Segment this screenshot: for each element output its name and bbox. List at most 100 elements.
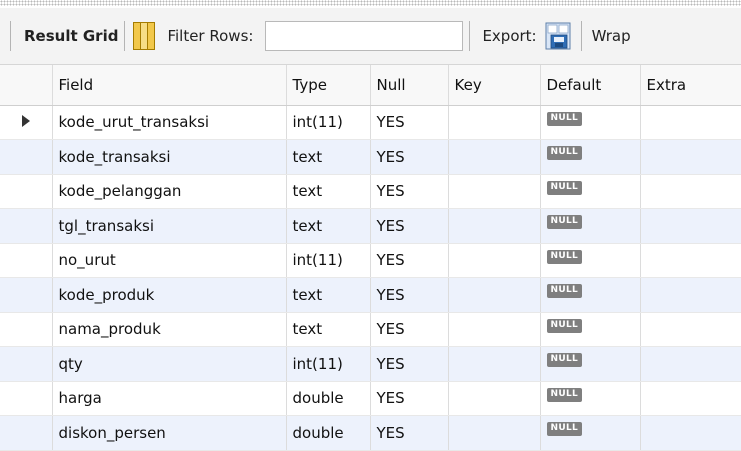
cell-key[interactable] <box>448 346 541 382</box>
cell-extra[interactable] <box>640 174 741 209</box>
table-row[interactable]: tgl_transaksi text YES NULL <box>0 208 741 244</box>
column-header-key[interactable]: Key <box>448 65 541 106</box>
row-selector[interactable] <box>0 208 53 244</box>
row-selector[interactable] <box>0 415 53 451</box>
result-grid-label[interactable]: Result Grid <box>24 27 118 45</box>
cell-type[interactable]: text <box>286 312 371 347</box>
cell-extra[interactable] <box>640 381 741 416</box>
wrap-cell-content-label[interactable]: Wrap <box>592 27 631 45</box>
cell-extra[interactable] <box>640 415 741 451</box>
cell-key[interactable] <box>448 415 541 451</box>
cell-field[interactable]: kode_produk <box>52 277 287 313</box>
cell-field[interactable]: kode_pelanggan <box>52 174 287 209</box>
cell-null[interactable]: YES <box>370 243 449 278</box>
table-row[interactable]: kode_produk text YES NULL <box>0 277 741 313</box>
row-selector[interactable] <box>0 105 53 140</box>
cell-type[interactable]: int(11) <box>286 105 371 140</box>
cell-type[interactable]: int(11) <box>286 243 371 278</box>
cell-null[interactable]: YES <box>370 381 449 416</box>
cell-key[interactable] <box>448 208 541 244</box>
cell-default[interactable]: NULL <box>540 312 641 347</box>
cell-key[interactable] <box>448 243 541 278</box>
cell-null[interactable]: YES <box>370 174 449 209</box>
cell-extra[interactable] <box>640 312 741 347</box>
cell-type[interactable]: int(11) <box>286 346 371 382</box>
result-toolbar: Result Grid Filter Rows: Export: Wrap <box>0 8 741 65</box>
cell-key[interactable] <box>448 174 541 209</box>
cell-type[interactable]: text <box>286 208 371 244</box>
cell-field[interactable]: nama_produk <box>52 312 287 347</box>
cell-null[interactable]: YES <box>370 312 449 347</box>
cell-extra[interactable] <box>640 208 741 244</box>
cell-default[interactable]: NULL <box>540 139 641 175</box>
cell-null[interactable]: YES <box>370 208 449 244</box>
cell-field[interactable]: qty <box>52 346 287 382</box>
cell-extra[interactable] <box>640 277 741 313</box>
cell-null[interactable]: YES <box>370 105 449 140</box>
cell-null[interactable]: YES <box>370 139 449 175</box>
cell-default[interactable]: NULL <box>540 105 641 140</box>
null-badge: NULL <box>546 215 583 229</box>
result-grid-table: Field Type Null Key Default Extra kode_u… <box>0 65 741 451</box>
cell-field[interactable]: kode_transaksi <box>52 139 287 175</box>
result-grid-icon[interactable] <box>133 22 156 50</box>
cell-field[interactable]: kode_urut_transaksi <box>52 105 287 140</box>
cell-field[interactable]: harga <box>52 381 287 416</box>
current-row-arrow-icon <box>21 115 30 128</box>
export-label: Export: <box>482 27 537 45</box>
export-save-icon[interactable] <box>545 22 571 50</box>
filter-rows-input[interactable] <box>265 21 464 51</box>
cell-extra[interactable] <box>640 243 741 278</box>
cell-null[interactable]: YES <box>370 415 449 451</box>
row-selector[interactable] <box>0 312 53 347</box>
cell-null[interactable]: YES <box>370 277 449 313</box>
cell-type[interactable]: double <box>286 415 371 451</box>
column-header-field[interactable]: Field <box>52 65 287 106</box>
column-header-null[interactable]: Null <box>370 65 449 106</box>
table-row[interactable]: qty int(11) YES NULL <box>0 346 741 382</box>
row-selector-header[interactable] <box>0 65 53 106</box>
table-row[interactable]: diskon_persen double YES NULL <box>0 415 741 451</box>
cell-type[interactable]: text <box>286 174 371 209</box>
null-badge: NULL <box>546 353 583 367</box>
table-row[interactable]: kode_urut_transaksi int(11) YES NULL <box>0 105 741 140</box>
cell-key[interactable] <box>448 277 541 313</box>
cell-default[interactable]: NULL <box>540 277 641 313</box>
table-row[interactable]: kode_pelanggan text YES NULL <box>0 174 741 209</box>
row-selector[interactable] <box>0 277 53 313</box>
cell-field[interactable]: no_urut <box>52 243 287 278</box>
column-header-extra[interactable]: Extra <box>640 65 741 106</box>
null-badge: NULL <box>546 111 583 126</box>
row-selector[interactable] <box>0 139 53 175</box>
cell-default[interactable]: NULL <box>540 243 641 278</box>
cell-key[interactable] <box>448 381 541 416</box>
row-selector[interactable] <box>0 174 53 209</box>
cell-key[interactable] <box>448 312 541 347</box>
table-row[interactable]: nama_produk text YES NULL <box>0 312 741 347</box>
cell-key[interactable] <box>448 105 541 140</box>
table-row[interactable]: kode_transaksi text YES NULL <box>0 139 741 175</box>
cell-type[interactable]: double <box>286 381 371 416</box>
row-selector[interactable] <box>0 381 53 416</box>
cell-default[interactable]: NULL <box>540 174 641 209</box>
cell-extra[interactable] <box>640 346 741 382</box>
column-header-type[interactable]: Type <box>286 65 371 106</box>
cell-type[interactable]: text <box>286 277 371 313</box>
cell-extra[interactable] <box>640 105 741 140</box>
cell-default[interactable]: NULL <box>540 381 641 416</box>
table-row[interactable]: no_urut int(11) YES NULL <box>0 243 741 278</box>
cell-default[interactable]: NULL <box>540 208 641 244</box>
panel-top-border <box>0 0 741 6</box>
cell-default[interactable]: NULL <box>540 346 641 382</box>
cell-key[interactable] <box>448 139 541 175</box>
row-selector[interactable] <box>0 346 53 382</box>
column-header-default[interactable]: Default <box>540 65 641 106</box>
cell-type[interactable]: text <box>286 139 371 175</box>
cell-null[interactable]: YES <box>370 346 449 382</box>
row-selector[interactable] <box>0 243 53 278</box>
cell-field[interactable]: tgl_transaksi <box>52 208 287 244</box>
cell-field[interactable]: diskon_persen <box>52 415 287 451</box>
table-row[interactable]: harga double YES NULL <box>0 381 741 416</box>
cell-default[interactable]: NULL <box>540 415 641 451</box>
cell-extra[interactable] <box>640 139 741 175</box>
